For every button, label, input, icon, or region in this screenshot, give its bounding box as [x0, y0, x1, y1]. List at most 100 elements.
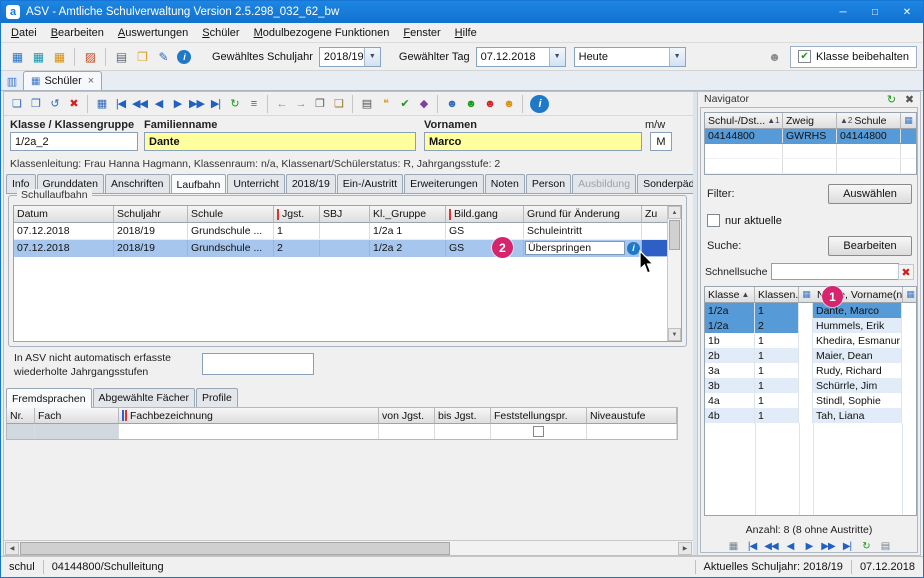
schueler-austritt-icon[interactable]: ☻: [480, 95, 499, 113]
column-header-von-jgst[interactable]: von Jgst.: [379, 408, 435, 424]
prev-record-icon[interactable]: ◀: [781, 538, 799, 554]
sammelaenderung-icon[interactable]: ☻: [442, 95, 461, 113]
student-row[interactable]: 2b 1 Maier, Dean: [705, 348, 916, 363]
class-field[interactable]: 1/2a_2: [10, 132, 138, 151]
goto-record-icon[interactable]: ▦: [92, 95, 111, 113]
student-row[interactable]: 1/2a 2 Hummels, Erik: [705, 318, 916, 333]
column-header-jgst[interactable]: Jgst.: [274, 206, 320, 223]
school-row-selected[interactable]: 04144800 GWRHS 04144800: [705, 129, 916, 144]
laufbahn-row[interactable]: 07.12.2018 2018/19 Grundschule ... 1 1/2…: [14, 223, 681, 240]
tab-noten[interactable]: Noten: [485, 174, 525, 193]
last-record-icon[interactable]: ▶|: [206, 95, 225, 113]
column-header-zweig[interactable]: Zweig: [783, 113, 837, 129]
student-row[interactable]: 4a 1 Stindl, Sophie: [705, 393, 916, 408]
vertical-scrollbar[interactable]: [667, 206, 681, 341]
column-header-sbj[interactable]: SBJ: [320, 206, 370, 223]
refresh-icon[interactable]: ↻: [225, 95, 244, 113]
menu-hilfe[interactable]: Hilfe: [448, 25, 484, 41]
student-row[interactable]: 3a 1 Rudy, Richard: [705, 363, 916, 378]
school-year-combo[interactable]: 2018/19: [319, 47, 381, 67]
menu-auswertungen[interactable]: Auswertungen: [111, 25, 195, 41]
column-header-klgruppe[interactable]: Kl._Gruppe: [370, 206, 446, 223]
column-header-bildgang[interactable]: Bild.gang: [446, 206, 524, 223]
next-record-icon[interactable]: ▶: [168, 95, 187, 113]
next-page-icon[interactable]: ▶▶: [187, 95, 206, 113]
schueler-wechsel-icon[interactable]: ☻: [499, 95, 518, 113]
column-header-feststellungspr[interactable]: Feststellungspr.: [491, 408, 587, 424]
scroll-down-icon[interactable]: [668, 328, 681, 341]
column-header-schuljahr[interactable]: Schuljahr: [114, 206, 188, 223]
prev-record-icon[interactable]: ◀: [149, 95, 168, 113]
menu-schueler[interactable]: Schüler: [195, 25, 246, 41]
bearbeiten-icon[interactable]: ✎: [153, 47, 173, 66]
student-row[interactable]: 1/2a 1 Dante, Marco: [705, 303, 916, 318]
drucken-icon[interactable]: ▤: [111, 47, 131, 66]
student-row[interactable]: 1b 1 Khedira, Esmanur: [705, 333, 916, 348]
info-icon[interactable]: i: [177, 50, 191, 64]
schueler-aufnehmen-icon[interactable]: ☻: [461, 95, 480, 113]
perspective-icon[interactable]: ▥: [4, 73, 20, 89]
last-record-icon[interactable]: ▶|: [838, 538, 856, 554]
ordner-icon[interactable]: ❐: [132, 47, 152, 66]
bearbeiten-button[interactable]: Bearbeiten: [828, 236, 912, 256]
column-header-schulnummer[interactable]: Schul-/Dst...▲1: [705, 113, 783, 129]
tab-laufbahn[interactable]: Laufbahn: [171, 174, 227, 194]
only-current-checkbox[interactable]: [707, 214, 720, 227]
scroll-left-icon[interactable]: [5, 542, 19, 555]
student-row[interactable]: 4b 1 Tah, Liana: [705, 408, 916, 423]
tab-ein-austritt[interactable]: Ein-/Austritt: [337, 174, 403, 193]
minimize-button[interactable]: ─: [827, 1, 859, 23]
spalten-config-icon[interactable]: ▦: [724, 538, 742, 554]
tab-sonderpaed[interactable]: Sonderpäd.: [637, 174, 693, 193]
forward-icon[interactable]: →: [291, 95, 310, 113]
maximize-button[interactable]: □: [859, 1, 891, 23]
refresh-icon[interactable]: ↻: [883, 92, 899, 107]
close-panel-icon[interactable]: ✖: [901, 92, 917, 107]
horizontal-scrollbar[interactable]: [4, 540, 693, 555]
column-header-klassengruppe[interactable]: Klassen...: [755, 287, 799, 303]
gender-field[interactable]: M: [650, 132, 672, 151]
tab-abgewaehlte-faecher[interactable]: Abgewählte Fächer: [93, 388, 195, 407]
undo-record-icon[interactable]: ↺: [45, 95, 64, 113]
next-page-icon[interactable]: ▶▶: [819, 538, 837, 554]
column-config-icon[interactable]: ▦: [901, 113, 916, 129]
column-header-grund[interactable]: Grund für Änderung: [524, 206, 642, 223]
auswaehlen-button[interactable]: Auswählen: [828, 184, 912, 204]
menu-datei[interactable]: Datei: [4, 25, 44, 41]
save-record-icon[interactable]: ❐: [26, 95, 45, 113]
chevron-down-icon[interactable]: [549, 48, 565, 66]
scrollbar-thumb[interactable]: [669, 220, 680, 250]
column-header-schule[interactable]: ▲2Schule: [837, 113, 901, 129]
scroll-right-icon[interactable]: [678, 542, 692, 555]
menu-fenster[interactable]: Fenster: [396, 25, 447, 41]
grund-edit-field[interactable]: Überspringen: [525, 241, 625, 255]
column-config-icon[interactable]: ▦: [799, 287, 814, 303]
info-icon[interactable]: i: [530, 95, 549, 113]
family-name-field[interactable]: Dante: [144, 132, 416, 151]
back-icon[interactable]: ←: [272, 95, 291, 113]
keep-class-checkbox[interactable]: [798, 50, 811, 63]
tab-close-icon[interactable]: ×: [88, 75, 94, 87]
scrollbar-thumb[interactable]: [20, 542, 450, 555]
scroll-up-icon[interactable]: [668, 206, 681, 219]
chevron-down-icon[interactable]: [669, 48, 685, 66]
new-record-icon[interactable]: ❏: [7, 95, 26, 113]
delete-record-icon[interactable]: ✖: [64, 95, 83, 113]
fremdsprachen-row[interactable]: [7, 424, 677, 439]
column-header-klasse[interactable]: Klasse▲: [705, 287, 755, 303]
next-record-icon[interactable]: ▶: [800, 538, 818, 554]
sprechblase-icon[interactable]: ❝: [376, 95, 395, 113]
quick-search-input[interactable]: [771, 263, 899, 280]
absperrung-icon[interactable]: ▨: [80, 47, 100, 66]
column-config-icon[interactable]: ▦: [903, 287, 917, 303]
prev-page-icon[interactable]: ◀◀: [130, 95, 149, 113]
prev-page-icon[interactable]: ◀◀: [762, 538, 780, 554]
liste-icon[interactable]: ≡: [244, 95, 263, 113]
tab-person[interactable]: Person: [526, 174, 571, 193]
tab-unterricht[interactable]: Unterricht: [227, 174, 285, 193]
tab-erweiterungen[interactable]: Erweiterungen: [404, 174, 484, 193]
first-record-icon[interactable]: |◀: [743, 538, 761, 554]
column-header-schule[interactable]: Schule: [188, 206, 274, 223]
student-row[interactable]: 3b 1 Schürrle, Jim: [705, 378, 916, 393]
liste-icon[interactable]: ▤: [876, 538, 894, 554]
